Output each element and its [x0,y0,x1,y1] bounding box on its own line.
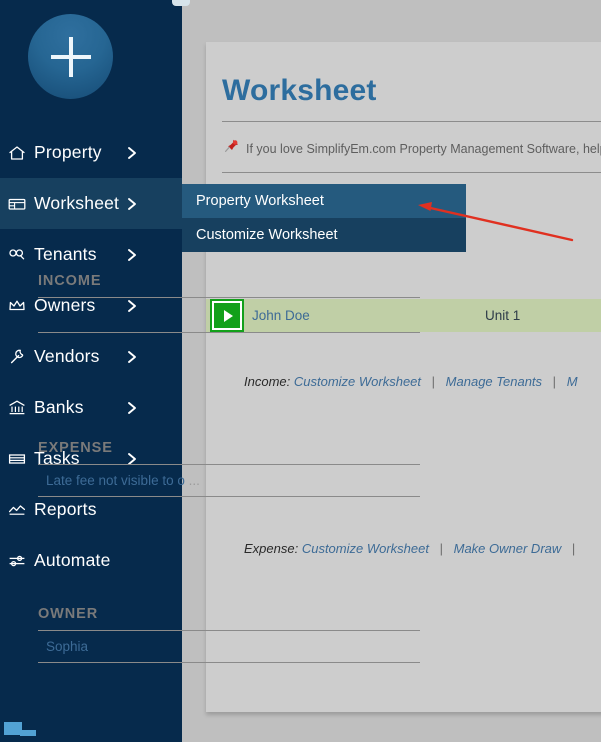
sidebar-item-banks[interactable]: Banks [0,382,182,433]
income-divider-bottom [38,332,420,333]
promo-notice: If you love SimplifyEm.com Property Mana… [224,138,601,159]
top-tab-handle [172,0,190,6]
expense-row-ellipsis: ... [189,473,200,488]
expense-table-row[interactable]: Late fee not visible to o ... [46,473,200,488]
sidebar-item-label: Vendors [34,346,100,367]
banks-icon [0,398,34,418]
automate-icon [0,551,34,571]
sidebar-item-vendors[interactable]: Vendors [0,331,182,382]
sidebar-item-label: Owners [34,295,96,316]
expense-make-owner-draw-link[interactable]: Make Owner Draw [454,541,562,556]
owner-table-row[interactable]: Sophia [46,639,88,654]
sidebar-item-reports[interactable]: Reports [0,484,182,535]
chevron-right-icon [126,349,138,365]
worksheet-icon [0,194,34,214]
sidebar-item-label: Tenants [34,244,97,265]
sidebar-item-label: Property [34,142,102,163]
expand-row-button[interactable] [210,299,244,332]
separator: | [546,374,563,389]
income-customize-worksheet-link[interactable]: Customize Worksheet [294,374,421,389]
sidebar-item-label: Banks [34,397,84,418]
chevron-right-icon [126,196,138,212]
expense-divider-top [38,464,420,465]
owner-divider-top [38,630,420,631]
sidebar-item-label: Worksheet [34,193,119,214]
expense-divider-bottom [38,496,420,497]
sidebar-item-worksheet[interactable]: Worksheet [0,178,182,229]
income-divider-top [38,297,420,298]
chevron-right-icon [126,298,138,314]
sidebar-item-property[interactable]: Property [0,127,182,178]
owner-heading: OWNER [38,606,98,622]
page-title: Worksheet [222,74,377,108]
sidebar-item-automate[interactable]: Automate [0,535,182,586]
expense-footer-label: Expense: [244,541,298,556]
sidebar-item-label: Reports [34,499,97,520]
worksheet-submenu: Property Worksheet Customize Worksheet [182,184,466,252]
vendors-icon [0,347,34,367]
logo-shape [20,730,36,736]
income-more-link[interactable]: M [567,374,578,389]
reports-icon [0,500,34,520]
owner-divider-bottom [38,662,420,663]
chevron-right-icon [126,247,138,263]
separator: | [425,374,442,389]
income-tenant-name[interactable]: John Doe [252,308,310,323]
submenu-item-label: Customize Worksheet [196,227,338,243]
submenu-item-property-worksheet[interactable]: Property Worksheet [182,184,466,218]
chevron-right-icon [126,145,138,161]
income-manage-tenants-link[interactable]: Manage Tenants [446,374,542,389]
tenants-icon [0,245,34,265]
income-heading: INCOME [38,273,101,289]
submenu-item-label: Property Worksheet [196,193,324,209]
separator: | [565,541,582,556]
income-unit-label: Unit 1 [485,308,520,323]
income-footer-links: Income: Customize Worksheet | Manage Ten… [244,374,578,389]
plus-icon [51,55,91,59]
chevron-right-icon [126,400,138,416]
pushpin-icon [224,138,240,159]
title-divider [222,121,601,122]
separator: | [433,541,450,556]
app-logo [0,720,40,742]
expense-customize-worksheet-link[interactable]: Customize Worksheet [302,541,429,556]
sidebar-item-label: Automate [34,550,111,571]
home-icon [0,143,34,163]
add-button[interactable] [28,14,113,99]
income-footer-label: Income: [244,374,290,389]
promo-notice-text: If you love SimplifyEm.com Property Mana… [246,142,601,156]
notice-divider [222,172,601,173]
play-triangle-icon [224,310,233,322]
owners-icon [0,296,34,316]
tasks-icon [0,449,34,469]
expense-row-text: Late fee not visible to o [46,473,185,488]
expense-footer-links: Expense: Customize Worksheet | Make Owne… [244,541,582,556]
submenu-item-customize-worksheet[interactable]: Customize Worksheet [182,218,466,252]
sidebar-nav: Property Worksheet Tenants [0,127,182,586]
expense-heading: EXPENSE [38,440,113,456]
